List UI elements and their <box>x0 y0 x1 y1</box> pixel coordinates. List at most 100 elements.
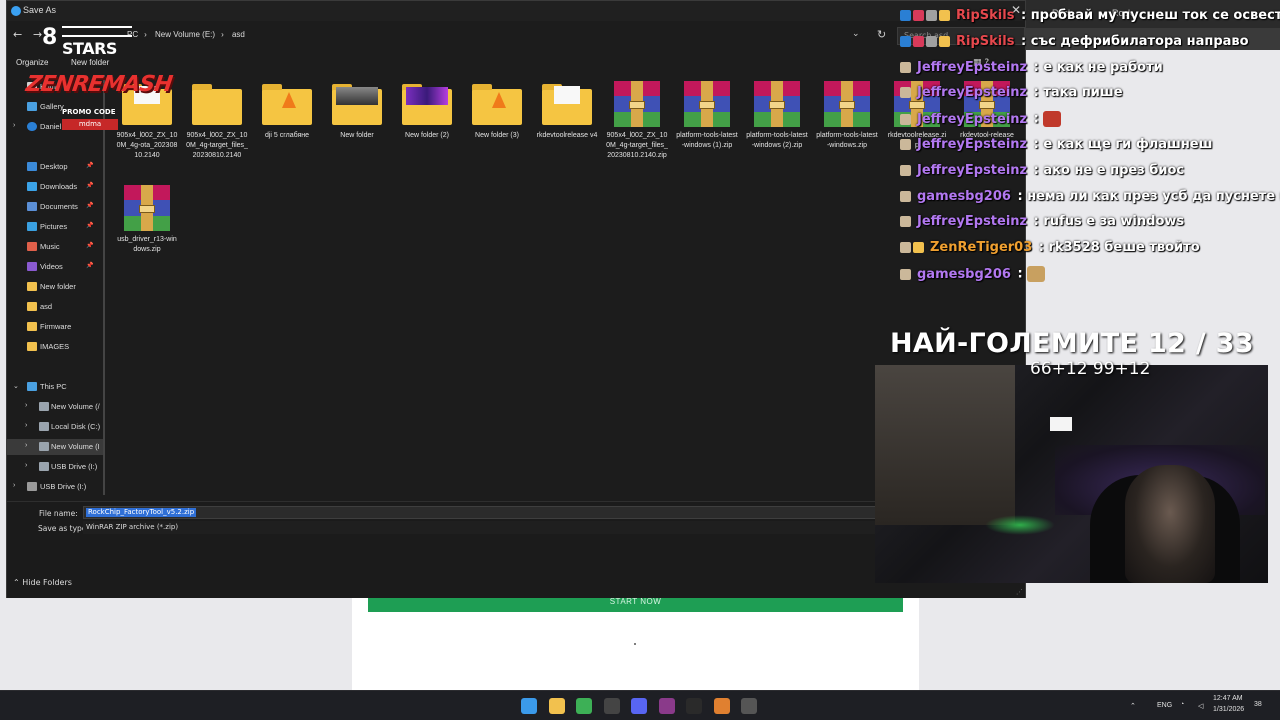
chevron-right-icon[interactable]: › <box>25 402 27 409</box>
chat-username[interactable]: JeffreyEpsteinz <box>917 163 1027 178</box>
file-thumbnail <box>679 79 735 129</box>
pin-icon[interactable]: 📌 <box>86 202 93 209</box>
sidebar-item-usb[interactable]: › USB Drive (I:) <box>7 479 105 495</box>
chat-badges <box>900 60 913 75</box>
sidebar-item-quick-access[interactable]: New folder <box>7 279 105 295</box>
chevron-right-icon[interactable]: › <box>25 462 27 469</box>
sidebar-item-quick-access[interactable]: Downloads 📌 <box>7 179 105 195</box>
zip-file-item[interactable]: usb_driver_r13-windows.zip <box>116 183 178 255</box>
breadcrumb-asd[interactable]: asd <box>232 30 245 39</box>
file-name: 905x4_l002_ZX_100M_4g-target_files_20230… <box>606 132 668 159</box>
folder-item[interactable]: New folder <box>326 79 388 141</box>
chevron-right-icon[interactable]: › <box>25 422 27 429</box>
chat-emote-icon <box>1043 111 1062 128</box>
pin-icon[interactable]: 📌 <box>86 262 93 269</box>
chat-username[interactable]: RipSkils <box>956 8 1014 23</box>
pin-icon[interactable]: 📌 <box>86 222 93 229</box>
language-indicator[interactable]: ENG <box>1157 702 1172 709</box>
terminal-icon[interactable] <box>686 698 702 714</box>
pin-icon[interactable]: 📌 <box>86 162 93 169</box>
folder-icon <box>192 84 242 125</box>
windows-start-icon[interactable] <box>521 698 537 714</box>
chrome-icon[interactable] <box>576 698 592 714</box>
snip-icon[interactable] <box>741 698 757 714</box>
chat-username[interactable]: gamesbg206 <box>917 189 1011 204</box>
sidebar-item-quick-access[interactable]: asd <box>7 299 105 315</box>
sidebar-item-drive[interactable]: › New Volume (I <box>7 439 105 455</box>
file-name-value[interactable]: RockChip_FactoryTool_v5.2.zip <box>86 508 197 517</box>
sidebar-item-quick-access[interactable]: Videos 📌 <box>7 259 105 275</box>
folder-icon <box>472 84 522 125</box>
organize-button[interactable]: Organize <box>16 58 48 67</box>
chat-username[interactable]: gamesbg206 <box>917 267 1011 282</box>
chevron-up-icon[interactable]: ⌃ <box>1130 702 1136 710</box>
chat-username[interactable]: JeffreyEpsteinz <box>917 137 1027 152</box>
discord-icon[interactable] <box>631 698 647 714</box>
usb-drive-icon <box>27 482 37 491</box>
chat-message: JeffreyEpsteinz : така пише <box>900 85 1123 105</box>
sidebar-item-drive[interactable]: › New Volume (/ <box>7 399 105 415</box>
app-icon[interactable] <box>713 698 730 714</box>
refresh-icon[interactable]: ↻ <box>877 28 886 41</box>
volume-icon[interactable]: ◁ <box>1198 702 1203 710</box>
chevron-right-icon[interactable]: › <box>13 482 15 489</box>
resize-grip-icon[interactable]: ⋰ <box>1016 588 1023 596</box>
folder-item[interactable]: New folder (3) <box>466 79 528 141</box>
chevron-down-icon[interactable]: ⌄ <box>13 382 19 390</box>
hide-folders-button[interactable]: ⌃ Hide Folders <box>13 578 72 587</box>
sidebar-item-label: New Volume (I <box>51 442 100 451</box>
sidebar-item-drive[interactable]: › Local Disk (C:) <box>7 419 105 435</box>
sidebar-item-this-pc[interactable]: ⌄ This PC <box>7 379 105 395</box>
clock-time[interactable]: 12:47 AM <box>1213 695 1243 702</box>
new-folder-button[interactable]: New folder <box>71 58 109 67</box>
save-type-select[interactable]: WinRAR ZIP archive (*.zip) <box>83 521 878 534</box>
chat-username[interactable]: JeffreyEpsteinz <box>917 214 1027 229</box>
breadcrumb[interactable]: PC › New Volume (E:) › asd <box>127 30 251 39</box>
chat-colon: : <box>1034 240 1049 256</box>
chat-username[interactable]: ZenReTiger03 <box>930 240 1032 255</box>
sidebar-item-quick-access[interactable]: Pictures 📌 <box>7 219 105 235</box>
file-thumbnail <box>819 79 875 129</box>
file-explorer-icon[interactable] <box>548 698 565 714</box>
zip-file-item[interactable]: 905x4_l002_ZX_100M_4g-target_files_20230… <box>606 79 668 161</box>
chat-username[interactable]: JeffreyEpsteinz <box>917 60 1027 75</box>
pin-icon[interactable]: 📌 <box>86 182 93 189</box>
clock-date[interactable]: 1/31/2026 <box>1213 706 1244 713</box>
sidebar-item-label: USB Drive (I:) <box>51 462 98 471</box>
breadcrumb-volume[interactable]: New Volume (E:) <box>155 30 215 39</box>
notification-count[interactable]: 38 <box>1254 701 1262 708</box>
zip-file-item[interactable]: platform-tools-latest-windows.zip <box>816 79 878 151</box>
forward-arrow-icon[interactable]: → <box>33 28 42 41</box>
chat-username[interactable]: JeffreyEpsteinz <box>917 112 1027 127</box>
stream-chat: RipSkils : пробвай му пуснеш ток се осве… <box>900 8 1280 298</box>
file-name-input[interactable]: RockChip_FactoryTool_v5.2.zip <box>83 506 878 519</box>
chevron-right-icon[interactable]: › <box>13 122 15 129</box>
obs-icon[interactable] <box>603 698 620 714</box>
winrar-icon[interactable] <box>658 698 675 714</box>
wifi-icon[interactable]: ◔ <box>1180 701 1184 708</box>
chat-text: пробвай му пуснеш ток се освести ме <box>1030 8 1280 23</box>
sidebar-item-drive[interactable]: › USB Drive (I:) <box>7 459 105 475</box>
sidebar-item-quick-access[interactable]: Firmware <box>7 319 105 335</box>
chevron-right-icon[interactable]: › <box>25 442 27 449</box>
zip-file-item[interactable]: platform-tools-latest-windows (1).zip <box>676 79 738 151</box>
chat-text: така пише <box>1043 85 1123 101</box>
stars-logo-lines <box>62 26 132 37</box>
zip-file-item[interactable]: platform-tools-latest-windows (2).zip <box>746 79 808 151</box>
chat-username[interactable]: RipSkils <box>956 34 1014 49</box>
folder-item[interactable]: rkdevtoolrelease v4 <box>536 79 598 141</box>
drive-icon <box>39 442 49 451</box>
back-arrow-icon[interactable]: ← <box>13 28 22 41</box>
chevron-down-icon[interactable]: ⌄ <box>852 29 860 39</box>
folder-item[interactable]: New folder (2) <box>396 79 458 141</box>
pin-icon[interactable]: 📌 <box>86 242 93 249</box>
sidebar-item-quick-access[interactable]: Documents 📌 <box>7 199 105 215</box>
folder-item[interactable]: dji 5 сглабяне <box>256 79 318 141</box>
sidebar-item-quick-access[interactable]: IMAGES <box>7 339 105 355</box>
folder-item[interactable]: 905x4_l002_ZX_100M_4g-target_files_20230… <box>186 79 248 161</box>
sidebar-scrollbar[interactable] <box>103 75 105 495</box>
chat-badge-icon <box>900 268 911 280</box>
chat-username[interactable]: JeffreyEpsteinz <box>917 85 1027 100</box>
sidebar-item-quick-access[interactable]: Desktop 📌 <box>7 159 105 175</box>
sidebar-item-quick-access[interactable]: Music 📌 <box>7 239 105 255</box>
